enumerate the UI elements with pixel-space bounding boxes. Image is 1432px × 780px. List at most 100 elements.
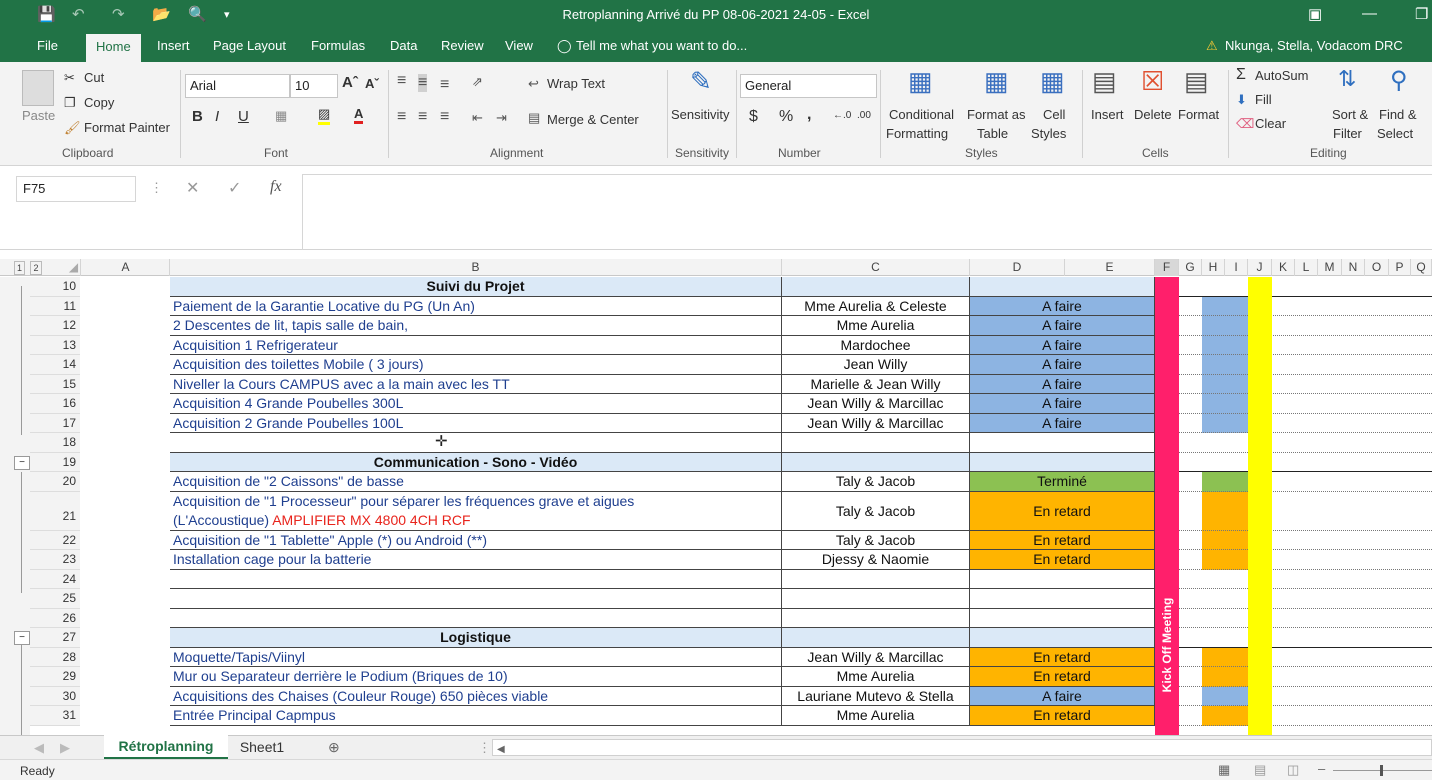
insert-cells-icon[interactable]: ▤ [1092,66,1117,97]
status-cell[interactable]: En retard [970,667,1155,687]
cut-button[interactable]: Cut [84,70,104,85]
owner-cell[interactable]: Mme Aurelia [782,316,970,336]
copy-button[interactable]: Copy [84,95,114,110]
merge-icon[interactable]: ▤ [528,110,540,126]
status-cell[interactable] [970,608,1155,628]
row-header[interactable]: 12 [30,316,80,336]
bottom-align-icon[interactable]: ≡ [440,76,449,94]
col-header-i[interactable]: I [1225,259,1248,276]
section-header-cell[interactable] [970,628,1155,648]
user-name[interactable]: Nkunga, Stella, Vodacom DRC [1225,38,1403,53]
formula-input[interactable] [302,174,1432,250]
restore-icon[interactable]: ❐ [1415,5,1428,23]
status-cell[interactable]: A faire [970,335,1155,355]
conditional-formatting-icon[interactable]: ▦ [908,66,933,97]
row-header[interactable]: 26 [30,608,80,628]
tab-file[interactable]: File [37,38,58,53]
number-format-select[interactable]: General [740,74,877,98]
row-header[interactable]: 30 [30,686,80,706]
col-header-d[interactable]: D [970,259,1065,276]
clear-button[interactable]: Clear [1255,116,1286,131]
status-cell[interactable] [970,589,1155,609]
format-cells-button[interactable]: Format [1178,107,1219,122]
col-header-j[interactable]: J [1248,259,1272,276]
col-header-e[interactable]: E [1065,259,1155,276]
owner-cell[interactable]: Mardochee [782,335,970,355]
percent-icon[interactable]: % [779,108,793,126]
section-header-cell[interactable] [782,452,970,472]
status-cell[interactable]: En retard [970,530,1155,550]
task-name-cell[interactable]: Mur ou Separateur derrière le Podium (Br… [170,667,782,687]
row-header[interactable]: 24 [30,569,80,589]
fill-icon[interactable]: ⬇ [1236,92,1247,108]
task-name-cell[interactable] [170,608,782,628]
task-name-cell[interactable] [170,433,782,453]
insert-function-icon[interactable]: fx [270,178,282,196]
row-header[interactable]: 19 [30,452,80,472]
status-cell[interactable]: A faire [970,355,1155,375]
row-header[interactable]: 31 [30,706,80,726]
status-cell[interactable]: A faire [970,296,1155,316]
conditional-formatting-button[interactable]: Conditional [889,107,954,122]
tab-page-layout[interactable]: Page Layout [213,38,286,53]
task-name-cell[interactable]: Acquisition des toilettes Mobile ( 3 jou… [170,355,782,375]
cell-styles-icon[interactable]: ▦ [1040,66,1065,97]
status-cell[interactable]: En retard [970,491,1155,531]
tab-data[interactable]: Data [390,38,417,53]
zoom-out-icon[interactable]: – [1318,761,1325,776]
delete-cells-icon[interactable]: ☒ [1141,66,1164,97]
row-header[interactable]: 10 [30,277,80,297]
format-cells-icon[interactable]: ▤ [1184,66,1209,97]
row-header[interactable]: 18 [30,433,80,453]
status-cell[interactable]: A faire [970,374,1155,394]
sensitivity-icon[interactable]: ✎ [690,66,712,97]
task-name-cell[interactable]: Paiement de la Garantie Locative du PG (… [170,296,782,316]
owner-cell[interactable]: Marielle & Jean Willy [782,374,970,394]
task-name-cell[interactable]: Niveller la Cours CAMPUS avec a la main … [170,374,782,394]
align-left-icon[interactable]: ≡ [397,108,406,126]
row-header[interactable]: 14 [30,355,80,375]
owner-cell[interactable] [782,608,970,628]
owner-cell[interactable]: Taly & Jacob [782,491,970,531]
shrink-font-icon[interactable]: Aˇ [365,76,379,91]
tell-me-box[interactable]: Tell me what you want to do... [576,38,747,53]
col-header-b[interactable]: B [170,259,782,276]
row-header[interactable]: 11 [30,296,80,316]
sort-filter-icon[interactable]: ⇅ [1338,66,1356,92]
delete-cells-button[interactable]: Delete [1134,107,1172,122]
wrap-text-icon[interactable]: ↩ [528,76,539,92]
owner-cell[interactable]: Mme Aurelia & Celeste [782,296,970,316]
tab-home[interactable]: Home [86,34,141,62]
owner-cell[interactable] [782,589,970,609]
row-header[interactable]: 21 [30,491,80,531]
task-name-cell[interactable]: 2 Descentes de lit, tapis salle de bain, [170,316,782,336]
worksheet-grid[interactable]: 10 Suivi du Projet 11 Paiement de la Garant… [0,277,1432,735]
format-as-table-label2[interactable]: Table [977,126,1008,141]
sensitivity-button[interactable]: Sensitivity [671,107,730,122]
zoom-slider-thumb[interactable] [1380,765,1383,776]
col-header-p[interactable]: P [1389,259,1411,276]
task-name-cell[interactable]: Acquisition de "2 Caissons" de basse [170,472,782,492]
add-sheet-icon[interactable]: ⊕ [328,739,340,756]
col-header-c[interactable]: C [782,259,970,276]
status-cell[interactable]: A faire [970,316,1155,336]
sort-filter-button[interactable]: Sort & [1332,107,1368,122]
row-header[interactable]: 27 [30,628,80,648]
col-header-a[interactable]: A [82,259,170,276]
section-header-cell[interactable] [782,628,970,648]
owner-cell[interactable] [782,569,970,589]
increase-indent-icon[interactable]: ⇥ [496,110,507,126]
underline-icon[interactable]: U [238,108,249,125]
cell-styles-button[interactable]: Cell [1043,107,1065,122]
currency-icon[interactable]: $ [749,108,758,126]
autosum-icon[interactable]: Σ [1236,66,1246,84]
borders-icon[interactable]: ▦ [275,108,287,124]
tab-splitter-icon[interactable]: ⋮ [478,740,491,756]
sheet-tab-retroplanning[interactable]: Rétroplanning [104,735,228,759]
grow-font-icon[interactable]: Aˆ [342,74,358,91]
status-cell[interactable]: A faire [970,686,1155,706]
align-right-icon[interactable]: ≡ [440,108,449,126]
name-box[interactable]: F75 [16,176,136,202]
middle-align-icon[interactable]: ≡ [418,74,428,92]
status-cell[interactable]: En retard [970,706,1155,726]
